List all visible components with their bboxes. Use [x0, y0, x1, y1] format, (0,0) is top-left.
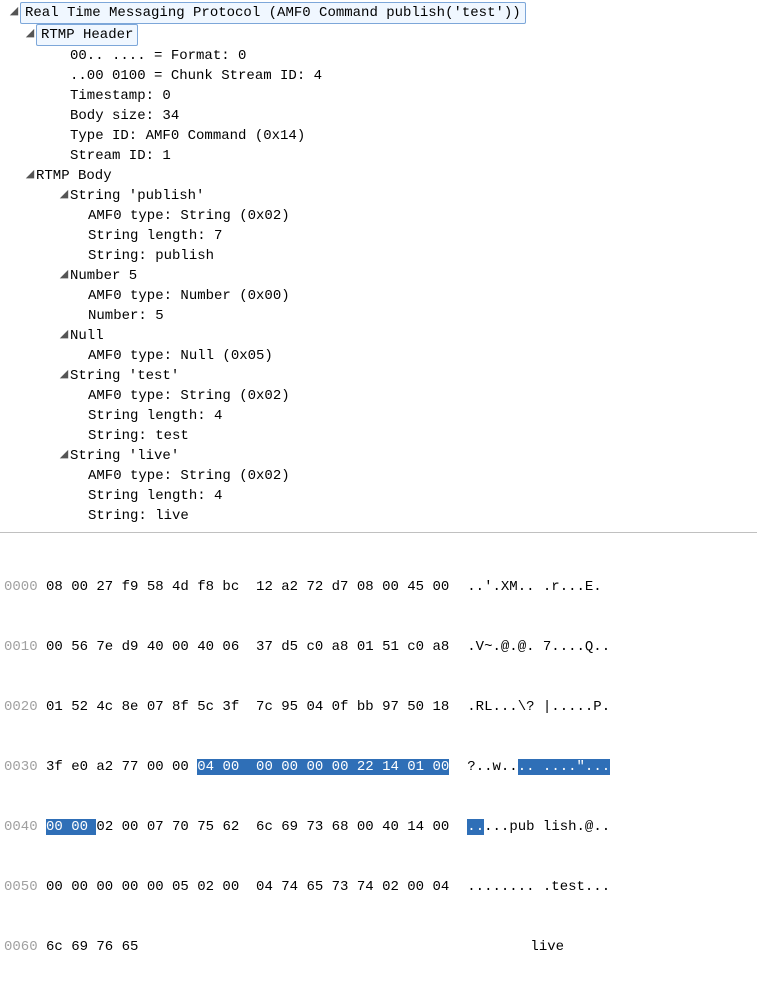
- hex-offset: 0040: [4, 817, 46, 837]
- tree-row-format[interactable]: 00.. .... = Format: 0: [4, 46, 753, 66]
- hex-row[interactable]: 0030 3f e0 a2 77 00 00 04 00 00 00 00 00…: [4, 757, 753, 777]
- hex-offset: 0060: [4, 937, 46, 957]
- tree-row-rtmp-body[interactable]: ◢ RTMP Body: [4, 166, 753, 186]
- tree-row-null[interactable]: ◢Null: [4, 326, 753, 346]
- tree-row-leaf[interactable]: Number: 5: [4, 306, 753, 326]
- hex-bytes: 00 00 00 00 00 05 02 00 04 74 65 73 74 0…: [46, 877, 449, 897]
- tree-row-leaf[interactable]: AMF0 type: Number (0x00): [4, 286, 753, 306]
- triangle-down-icon: ◢: [58, 185, 70, 205]
- triangle-down-icon: ◢: [58, 445, 70, 465]
- hex-ascii: ?..w.... ...."...: [467, 757, 610, 777]
- tree-row-root[interactable]: ◢ Real Time Messaging Protocol (AMF0 Com…: [4, 2, 753, 24]
- rtmp-body-label: RTMP Body: [36, 166, 112, 186]
- tree-row-bodysize[interactable]: Body size: 34: [4, 106, 753, 126]
- triangle-down-icon: ◢: [24, 165, 36, 185]
- tree-row-leaf[interactable]: String length: 4: [4, 486, 753, 506]
- hex-row[interactable]: 0060 6c 69 76 65 live: [4, 937, 753, 957]
- tree-row-leaf[interactable]: AMF0 type: Null (0x05): [4, 346, 753, 366]
- hex-row[interactable]: 0050 00 00 00 00 00 05 02 00 04 74 65 73…: [4, 877, 753, 897]
- hex-bytes: 3f e0 a2 77 00 00 04 00 00 00 00 00 22 1…: [46, 757, 449, 777]
- tree-row-streamid[interactable]: Stream ID: 1: [4, 146, 753, 166]
- hex-bytes: 01 52 4c 8e 07 8f 5c 3f 7c 95 04 0f bb 9…: [46, 697, 449, 717]
- hex-bytes: 00 56 7e d9 40 00 40 06 37 d5 c0 a8 01 5…: [46, 637, 449, 657]
- hex-ascii: live: [530, 937, 564, 957]
- tree-row-leaf[interactable]: String: test: [4, 426, 753, 446]
- triangle-down-icon: ◢: [24, 24, 36, 44]
- triangle-down-icon: ◢: [58, 265, 70, 285]
- root-label: Real Time Messaging Protocol (AMF0 Comma…: [20, 2, 526, 24]
- rtmp-header-label: RTMP Header: [36, 24, 138, 46]
- hex-ascii: .V~.@.@. 7....Q..: [467, 637, 610, 657]
- hex-bytes: 6c 69 76 65: [46, 937, 138, 957]
- tree-row-leaf[interactable]: AMF0 type: String (0x02): [4, 466, 753, 486]
- tree-row-string-live[interactable]: ◢String 'live': [4, 446, 753, 466]
- hex-offset: 0000: [4, 577, 46, 597]
- triangle-down-icon: ◢: [8, 2, 20, 22]
- packet-bytes-pane: 0000 08 00 27 f9 58 4d f8 bc 12 a2 72 d7…: [0, 532, 757, 985]
- tree-row-leaf[interactable]: String length: 4: [4, 406, 753, 426]
- hex-bytes: 00 00 02 00 07 70 75 62 6c 69 73 68 00 4…: [46, 817, 449, 837]
- tree-row-leaf[interactable]: AMF0 type: String (0x02): [4, 386, 753, 406]
- hex-row[interactable]: 0000 08 00 27 f9 58 4d f8 bc 12 a2 72 d7…: [4, 577, 753, 597]
- hex-ascii: ..'.XM.. .r...E.: [467, 577, 601, 597]
- triangle-down-icon: ◢: [58, 325, 70, 345]
- hex-row[interactable]: 0020 01 52 4c 8e 07 8f 5c 3f 7c 95 04 0f…: [4, 697, 753, 717]
- hex-offset: 0010: [4, 637, 46, 657]
- hex-offset: 0030: [4, 757, 46, 777]
- hex-offset: 0020: [4, 697, 46, 717]
- tree-row-rtmp-header[interactable]: ◢ RTMP Header: [4, 24, 753, 46]
- tree-row-string-test[interactable]: ◢String 'test': [4, 366, 753, 386]
- hex-ascii: .RL...\? |.....P.: [467, 697, 610, 717]
- triangle-down-icon: ◢: [58, 365, 70, 385]
- hex-ascii: .....pub lish.@..: [467, 817, 610, 837]
- tree-row-leaf[interactable]: String: publish: [4, 246, 753, 266]
- tree-row-csid[interactable]: ..00 0100 = Chunk Stream ID: 4: [4, 66, 753, 86]
- hex-bytes: 08 00 27 f9 58 4d f8 bc 12 a2 72 d7 08 0…: [46, 577, 449, 597]
- tree-row-leaf[interactable]: AMF0 type: String (0x02): [4, 206, 753, 226]
- hex-ascii: ........ .test...: [467, 877, 610, 897]
- tree-row-leaf[interactable]: String length: 7: [4, 226, 753, 246]
- tree-row-number-5[interactable]: ◢Number 5: [4, 266, 753, 286]
- hex-offset: 0050: [4, 877, 46, 897]
- tree-row-timestamp[interactable]: Timestamp: 0: [4, 86, 753, 106]
- tree-row-leaf[interactable]: String: live: [4, 506, 753, 526]
- packet-details-tree: ◢ Real Time Messaging Protocol (AMF0 Com…: [0, 0, 757, 532]
- tree-row-string-publish[interactable]: ◢String 'publish': [4, 186, 753, 206]
- tree-row-typeid[interactable]: Type ID: AMF0 Command (0x14): [4, 126, 753, 146]
- hex-row[interactable]: 0040 00 00 02 00 07 70 75 62 6c 69 73 68…: [4, 817, 753, 837]
- hex-row[interactable]: 0010 00 56 7e d9 40 00 40 06 37 d5 c0 a8…: [4, 637, 753, 657]
